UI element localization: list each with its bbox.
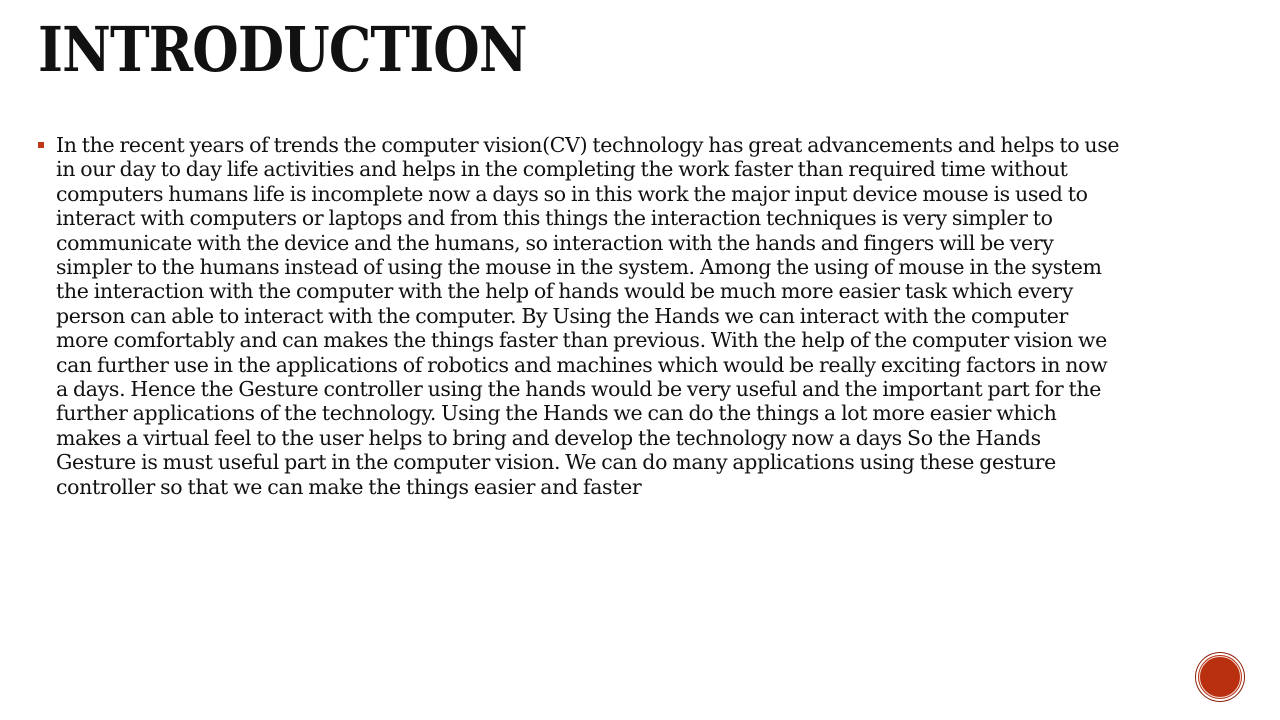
bullet-text: In the recent years of trends the comput… [56,133,1120,499]
slide: INTRODUCTION In the recent years of tren… [0,0,1280,720]
badge-ring-icon [1199,656,1241,698]
slide-title: INTRODUCTION [38,13,528,86]
square-bullet-icon [38,142,44,148]
bullet-item: In the recent years of trends the comput… [38,133,1123,499]
slide-content: In the recent years of trends the comput… [38,133,1123,499]
slide-number-badge [1196,653,1244,701]
